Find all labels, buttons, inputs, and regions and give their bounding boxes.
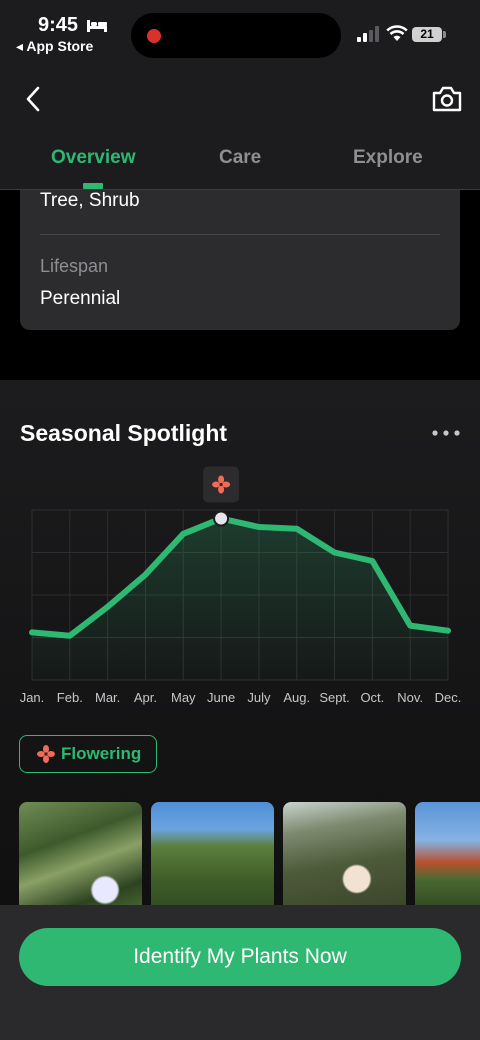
x-tick-label: July: [247, 690, 271, 705]
tab-indicator: [83, 183, 103, 189]
bed-icon: [87, 20, 107, 32]
seasonal-chart: Jan. Feb. Mar. Apr. May June July Aug. Sept. Oct.…: [20, 466, 462, 705]
status-time: 9:45: [38, 14, 79, 36]
identify-plants-button[interactable]: Identify My Plants Now: [19, 928, 461, 986]
bottom-bar: Identify My Plants Now: [0, 905, 480, 1040]
x-tick-label: Nov.: [397, 690, 423, 705]
plant-photo[interactable]: [283, 802, 406, 912]
status-bar: 9:45 ◂ App Store 21: [0, 0, 480, 60]
tab-care[interactable]: Care: [219, 147, 261, 169]
plant-photo[interactable]: [415, 802, 480, 912]
recording-indicator: [147, 29, 161, 43]
tab-overview[interactable]: Overview: [51, 147, 136, 169]
wifi-icon: [386, 25, 408, 41]
divider: [40, 234, 440, 235]
battery-tip: [443, 31, 446, 38]
back-chevron-icon[interactable]: [20, 82, 46, 116]
plant-photo[interactable]: [19, 802, 142, 912]
lifespan-label: Lifespan: [40, 256, 109, 276]
back-to-app-store[interactable]: ◂ App Store: [16, 38, 93, 55]
section-title: Seasonal Spotlight: [20, 420, 228, 446]
flowering-chip[interactable]: Flowering: [19, 735, 157, 773]
tab-explore[interactable]: Explore: [353, 147, 423, 169]
chip-label: Flowering: [61, 744, 142, 763]
lifespan-value: Perennial: [40, 288, 121, 309]
x-tick-label: Mar.: [95, 690, 120, 705]
flower-icon: [37, 745, 55, 763]
x-tick-label: Feb.: [57, 690, 83, 705]
header: Overview Care Explore: [0, 60, 480, 190]
plant-type-value: Tree, Shrub: [40, 190, 140, 211]
plant-photo[interactable]: [151, 802, 274, 912]
x-tick-label: Apr.: [134, 690, 157, 705]
series-area: [32, 518, 448, 680]
x-tick-label: Aug.: [283, 690, 310, 705]
x-tick-label: Dec.: [435, 690, 462, 705]
x-tick-label: Oct.: [360, 690, 384, 705]
camera-icon[interactable]: [430, 84, 464, 114]
more-options-icon[interactable]: [430, 428, 462, 438]
x-tick-label: May: [171, 690, 196, 705]
dynamic-island: [131, 13, 341, 58]
highlight-point: [213, 510, 230, 527]
plant-info-card: Tree, Shrub Lifespan Perennial: [20, 190, 460, 330]
x-tick-label: Sept.: [319, 690, 349, 705]
x-tick-label: June: [207, 690, 235, 705]
cellular-signal-icon: [357, 26, 379, 42]
x-tick-label: Jan.: [20, 690, 45, 705]
battery-indicator: 21: [412, 27, 442, 42]
